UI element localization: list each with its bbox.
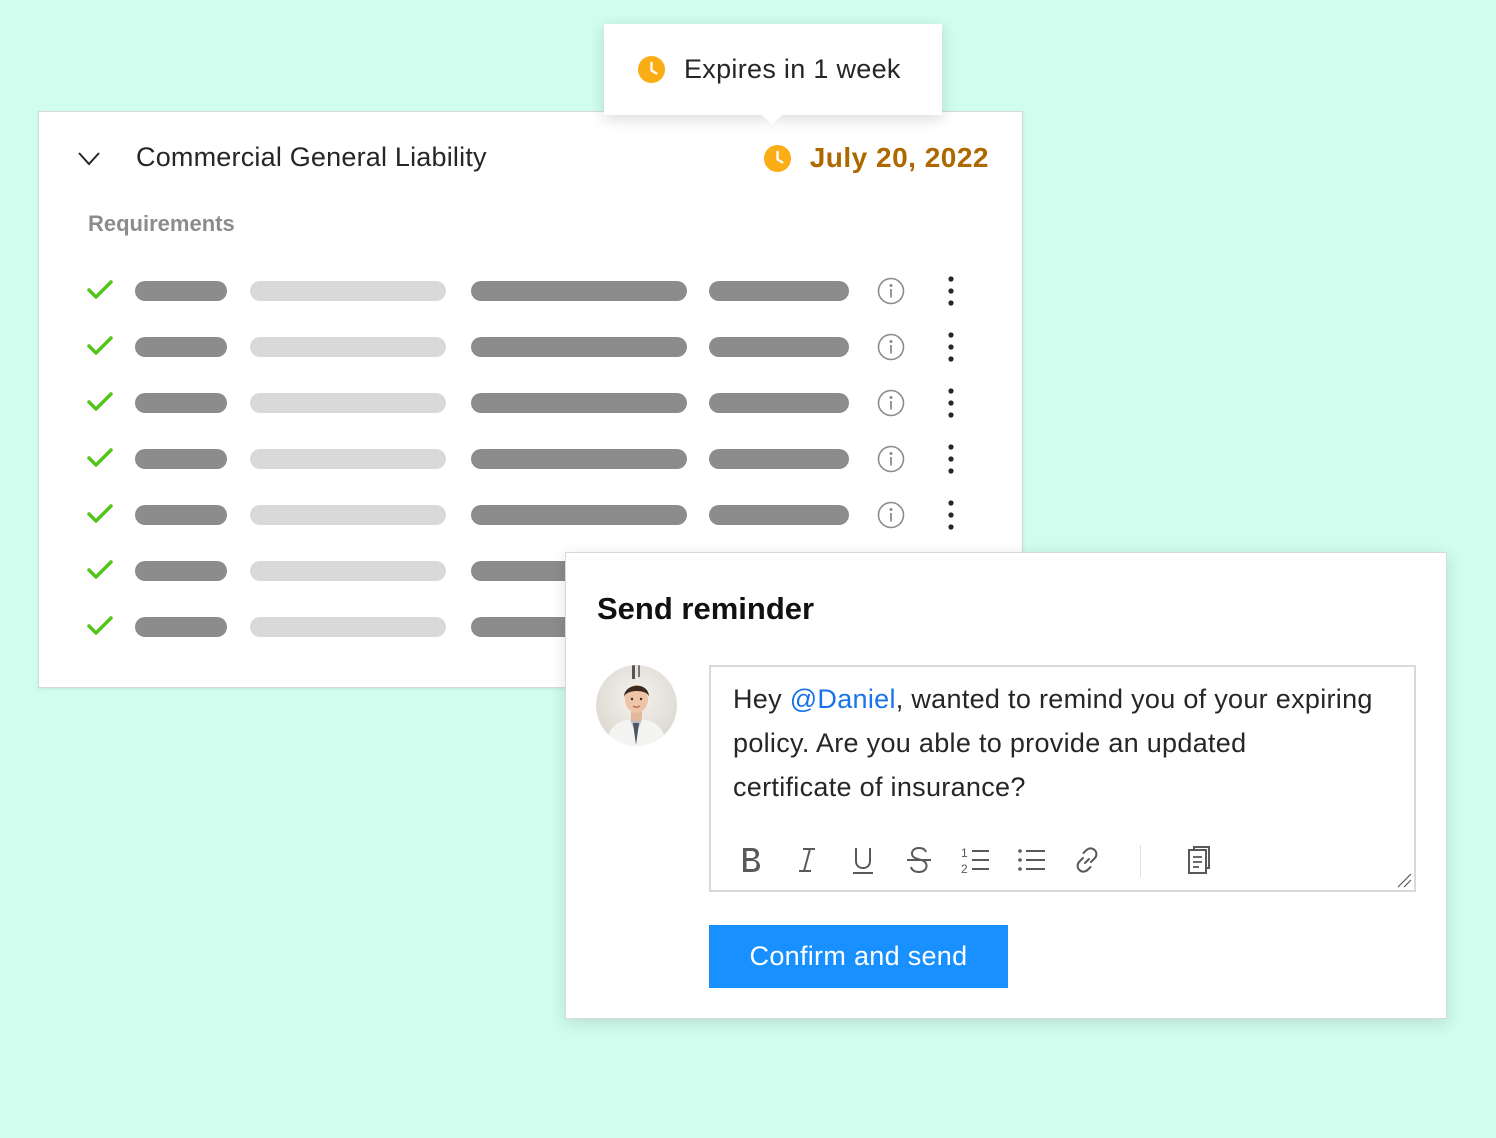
message-editor[interactable]: Hey @Daniel, wanted to remind you of you…	[709, 665, 1416, 892]
placeholder-bar	[471, 449, 687, 469]
placeholder-bar	[250, 617, 446, 637]
underline-icon	[853, 848, 873, 874]
more-vertical-icon[interactable]	[939, 498, 963, 532]
info-icon[interactable]	[877, 277, 905, 305]
clipboard-icon	[1188, 846, 1210, 874]
clipboard-button[interactable]	[1181, 841, 1217, 879]
placeholder-bar	[709, 337, 849, 357]
check-icon	[87, 280, 113, 299]
message-greeting: Hey	[733, 684, 790, 714]
expiry-tooltip: Expires in 1 week	[604, 24, 942, 125]
expiry-date-text: July 20, 2022	[809, 142, 989, 173]
placeholder-bar	[250, 505, 446, 525]
avatar	[596, 665, 677, 746]
placeholder-bar	[135, 393, 227, 413]
placeholder-bar	[471, 337, 687, 357]
requirement-row	[39, 500, 1022, 530]
check-icon	[87, 392, 113, 411]
check-icon	[87, 448, 113, 467]
placeholder-bar	[709, 393, 849, 413]
tooltip-text: Expires in 1 week	[684, 54, 901, 84]
message-text: Hey @Daniel, wanted to remind you of you…	[733, 677, 1373, 809]
clock-icon	[763, 144, 791, 172]
more-vertical-icon[interactable]	[939, 442, 963, 476]
bullet-list-icon	[1018, 849, 1045, 871]
placeholder-bar	[135, 617, 227, 637]
bold-icon	[743, 848, 760, 872]
bold-button[interactable]	[733, 841, 769, 879]
svg-text:2: 2	[961, 862, 968, 876]
placeholder-bar	[471, 505, 687, 525]
italic-button[interactable]	[789, 841, 825, 879]
requirements-label: Requirements	[88, 211, 235, 236]
requirement-row	[39, 332, 1022, 362]
send-reminder-dialog: Send reminder Hey @Daniel, wanted to rem…	[565, 552, 1447, 1019]
dialog-title: Send reminder	[597, 591, 815, 626]
placeholder-bar	[471, 393, 687, 413]
placeholder-bar	[135, 337, 227, 357]
requirement-row	[39, 388, 1022, 418]
more-vertical-icon[interactable]	[939, 330, 963, 364]
link-icon	[1076, 847, 1098, 873]
resize-handle-icon[interactable]	[1396, 872, 1412, 888]
more-vertical-icon[interactable]	[939, 274, 963, 308]
italic-icon	[799, 848, 815, 872]
placeholder-bar	[135, 449, 227, 469]
clock-icon	[637, 55, 666, 84]
requirement-row	[39, 276, 1022, 306]
more-vertical-icon[interactable]	[939, 386, 963, 420]
info-icon[interactable]	[877, 389, 905, 417]
placeholder-bar	[135, 281, 227, 301]
chevron-down-icon[interactable]	[77, 147, 101, 171]
info-icon[interactable]	[877, 445, 905, 473]
info-icon[interactable]	[877, 501, 905, 529]
confirm-and-send-button[interactable]: Confirm and send	[709, 925, 1008, 988]
requirement-row	[39, 444, 1022, 474]
bullet-list-button[interactable]	[1013, 841, 1049, 879]
policy-title: Commercial General Liability	[136, 142, 487, 172]
check-icon	[87, 504, 113, 523]
placeholder-bar	[250, 337, 446, 357]
placeholder-bar	[250, 281, 446, 301]
placeholder-bar	[135, 505, 227, 525]
check-icon	[87, 560, 113, 579]
expiry-date: July 20, 2022	[763, 142, 989, 174]
placeholder-bar	[709, 505, 849, 525]
placeholder-bar	[250, 561, 446, 581]
mention-daniel[interactable]: @Daniel	[790, 684, 896, 714]
link-button[interactable]	[1069, 841, 1105, 879]
placeholder-bar	[709, 449, 849, 469]
toolbar-divider	[1140, 845, 1141, 877]
strikethrough-icon	[907, 846, 931, 874]
strikethrough-button[interactable]	[901, 841, 937, 879]
placeholder-bar	[135, 561, 227, 581]
ordered-list-button[interactable]: 12	[957, 841, 993, 879]
placeholder-bar	[250, 393, 446, 413]
underline-button[interactable]	[845, 841, 881, 879]
check-icon	[87, 336, 113, 355]
placeholder-bar	[250, 449, 446, 469]
placeholder-bar	[471, 281, 687, 301]
svg-text:1: 1	[961, 846, 968, 860]
placeholder-bar	[709, 281, 849, 301]
check-icon	[87, 616, 113, 635]
info-icon[interactable]	[877, 333, 905, 361]
ordered-list-icon: 12	[961, 846, 989, 876]
